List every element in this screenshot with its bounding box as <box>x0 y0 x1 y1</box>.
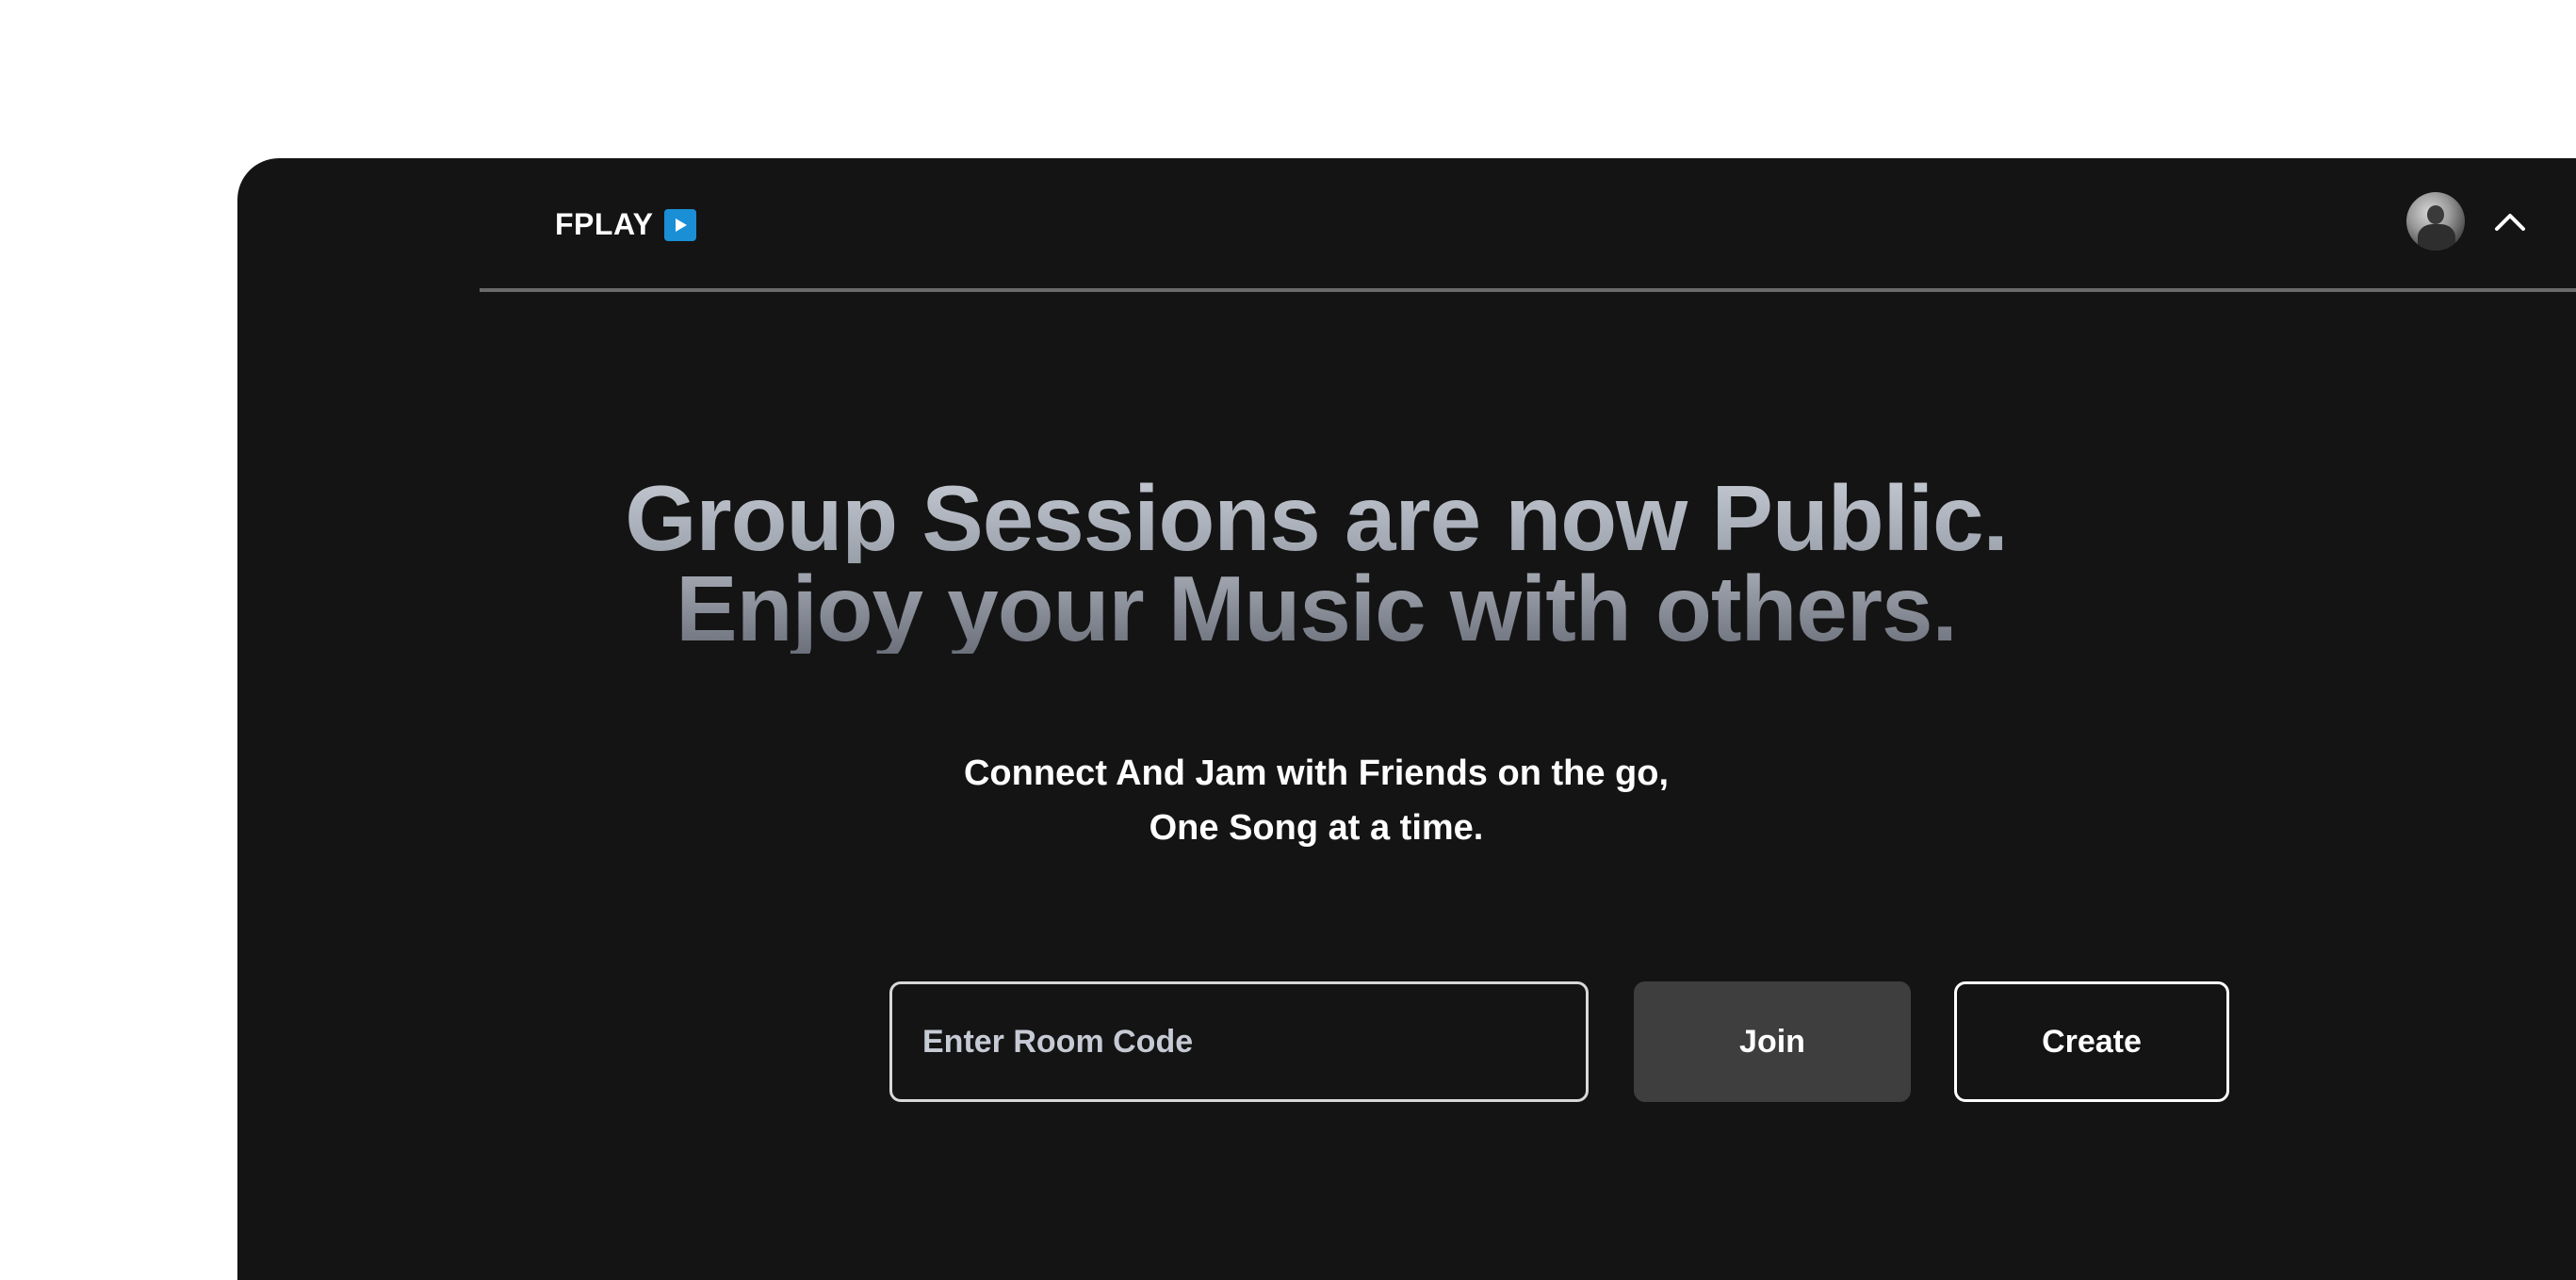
hero-title-line-2: Enjoy your Music with others. <box>237 562 2486 655</box>
hero-title-line-1: Group Sessions are now Public. <box>237 472 2486 564</box>
hero-subtitle-line-2: One Song at a time. <box>1149 808 1484 848</box>
hero-subtitle-line-1: Connect And Jam with Friends on the go, <box>963 753 1670 793</box>
brand-name: FPLAY <box>555 207 654 241</box>
user-avatar[interactable] <box>2406 192 2465 251</box>
join-button[interactable]: Join <box>1634 981 1911 1102</box>
avatar-body-shape <box>2418 224 2455 251</box>
hero-subtitle: Connect And Jam with Friends on the go, … <box>237 746 2576 855</box>
nav-right <box>2406 192 2531 251</box>
play-icon <box>664 208 697 241</box>
chevron-up-icon[interactable] <box>2489 201 2531 242</box>
hero-title: Group Sessions are now Public. Enjoy you… <box>237 472 2576 655</box>
app-window: FPLAY Group Sessions are now Public. Enj… <box>237 158 2576 1280</box>
create-button[interactable]: Create <box>1954 981 2229 1102</box>
avatar-head-shape <box>2427 205 2444 224</box>
brand-logo[interactable]: FPLAY <box>555 207 697 242</box>
navbar: FPLAY <box>480 158 2576 292</box>
room-code-input[interactable] <box>889 981 1589 1102</box>
